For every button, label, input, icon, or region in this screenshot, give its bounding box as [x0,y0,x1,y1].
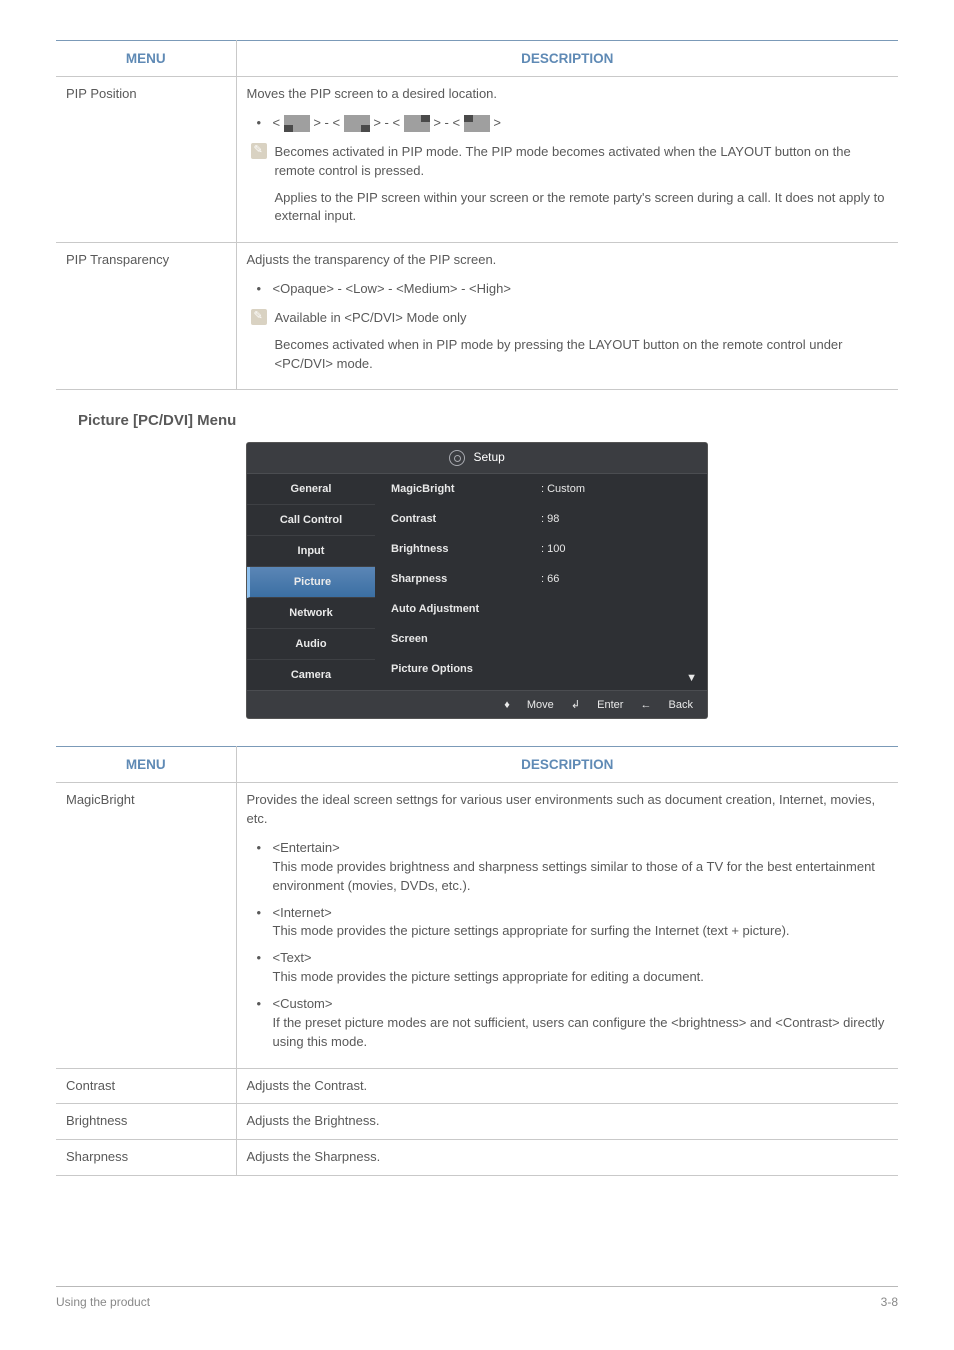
footer-left: Using the product [56,1295,150,1309]
row-intro: Adjusts the transparency of the PIP scre… [247,251,889,270]
pip-pos-top-right-icon [404,115,430,132]
note-block: Becomes activated in PIP mode. The PIP m… [247,143,889,226]
osd-row-magicbright[interactable]: MagicBright: Custom [375,474,707,504]
col-menu: MENU [56,747,236,783]
desc-cell: Adjusts the transparency of the PIP scre… [236,243,898,390]
note-text: Applies to the PIP screen within your sc… [275,189,889,227]
note-icon [251,143,267,159]
note-text: Becomes activated when in PIP mode by pr… [275,336,889,374]
note-text: Available in <PC/DVI> Mode only [275,309,889,328]
table-row: PIP Position Moves the PIP screen to a d… [56,77,898,243]
menu-cell: Brightness [56,1104,236,1140]
row-intro: Provides the ideal screen settngs for va… [247,791,889,829]
osd-row-brightness[interactable]: Brightness: 100 [375,534,707,564]
osd-title: Setup [247,443,707,474]
osd-nav-audio[interactable]: Audio [247,629,375,660]
osd-nav: General Call Control Input Picture Netwo… [247,474,375,690]
osd-row-sharpness[interactable]: Sharpness: 66 [375,564,707,594]
menu-cell: Sharpness [56,1140,236,1176]
col-desc: DESCRIPTION [236,41,898,77]
osd-nav-network[interactable]: Network [247,598,375,629]
section-heading: Picture [PC/DVI] Menu [78,412,898,429]
mode-entertain: <Entertain> This mode provides brightnes… [255,839,889,896]
pip-pos-top-left-icon [464,115,490,132]
scroll-down-icon[interactable]: ▼ [686,672,697,684]
menu-cell: PIP Transparency [56,243,236,390]
osd-nav-input[interactable]: Input [247,536,375,567]
osd-nav-general[interactable]: General [247,474,375,505]
transparency-options: <Opaque> - <Low> - <Medium> - <High> [255,280,889,299]
osd-footer: ♦ Move ↲ Enter ← Back [247,690,707,718]
menu-cell: MagicBright [56,783,236,1068]
pip-pos-bottom-right-icon [344,115,370,132]
footer-enter: ↲ Enter [571,699,624,711]
footer-right: 3-8 [881,1295,898,1309]
desc-cell: Adjusts the Contrast. [236,1068,898,1104]
pip-pos-bottom-left-icon [284,115,310,132]
table-row: Contrast Adjusts the Contrast. [56,1068,898,1104]
osd-row-picture-options[interactable]: Picture Options [375,654,707,684]
table-row: Brightness Adjusts the Brightness. [56,1104,898,1140]
mode-text: <Text> This mode provides the picture se… [255,949,889,987]
table-row: Sharpness Adjusts the Sharpness. [56,1140,898,1176]
osd-main: MagicBright: Custom Contrast: 98 Brightn… [375,474,707,690]
table-row: PIP Transparency Adjusts the transparenc… [56,243,898,390]
osd-row-auto-adjustment[interactable]: Auto Adjustment [375,594,707,624]
osd-row-screen[interactable]: Screen [375,624,707,654]
footer-back: ← Back [640,699,693,711]
note-block: Available in <PC/DVI> Mode only Becomes … [247,309,889,374]
note-text: Becomes activated in PIP mode. The PIP m… [275,143,889,181]
row-intro: Moves the PIP screen to a desired locati… [247,85,889,104]
osd-panel: Setup General Call Control Input Picture… [247,443,707,718]
footer-move: ♦ Move [504,699,554,711]
col-desc: DESCRIPTION [236,747,898,783]
menu-cell: Contrast [56,1068,236,1104]
osd-row-contrast[interactable]: Contrast: 98 [375,504,707,534]
table-picture: MENU DESCRIPTION MagicBright Provides th… [56,746,898,1176]
menu-cell: PIP Position [56,77,236,243]
note-icon [251,309,267,325]
position-options: < > - < > - < > - < > [255,114,889,133]
osd-nav-camera[interactable]: Camera [247,660,375,690]
osd-nav-call-control[interactable]: Call Control [247,505,375,536]
table-row: MagicBright Provides the ideal screen se… [56,783,898,1068]
page-footer: Using the product 3-8 [56,1286,898,1309]
desc-cell: Moves the PIP screen to a desired locati… [236,77,898,243]
desc-cell: Adjusts the Brightness. [236,1104,898,1140]
osd-nav-picture[interactable]: Picture [247,567,375,598]
table-pip: MENU DESCRIPTION PIP Position Moves the … [56,40,898,390]
mode-custom: <Custom> If the preset picture modes are… [255,995,889,1052]
col-menu: MENU [56,41,236,77]
desc-cell: Adjusts the Sharpness. [236,1140,898,1176]
desc-cell: Provides the ideal screen settngs for va… [236,783,898,1068]
gear-icon [449,450,465,466]
mode-internet: <Internet> This mode provides the pictur… [255,904,889,942]
